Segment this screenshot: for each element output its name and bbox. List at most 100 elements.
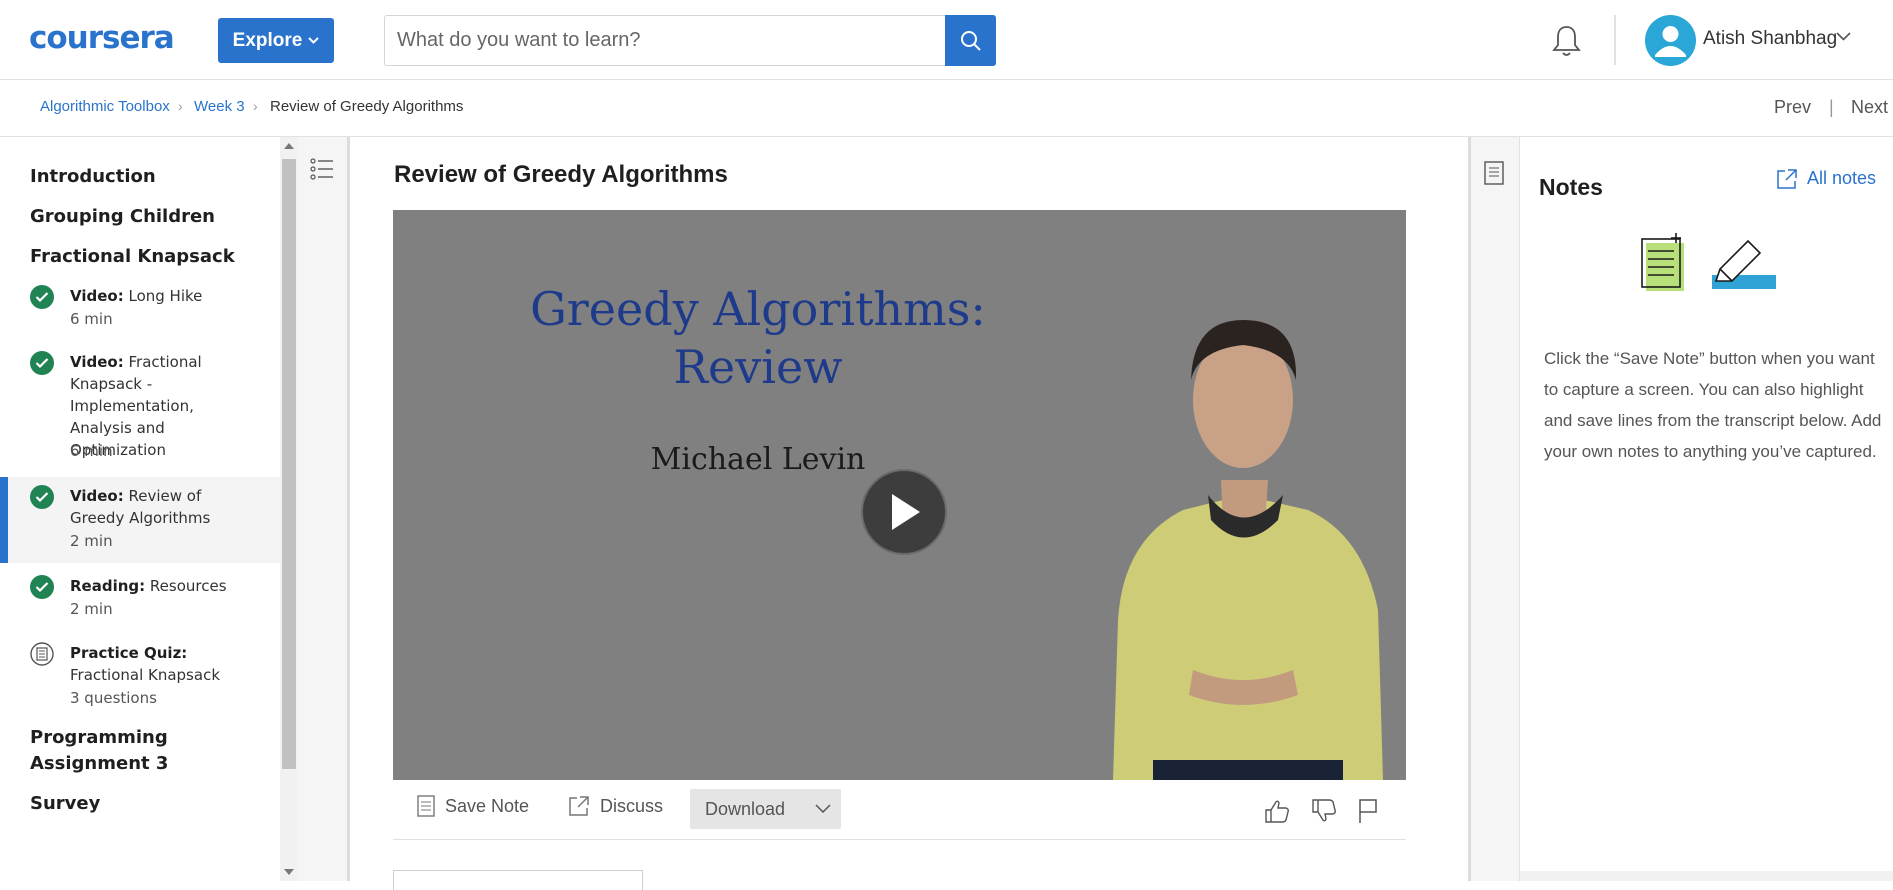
download-label: Download (705, 799, 786, 819)
outline-toggle-button[interactable] (310, 157, 334, 186)
notes-illustration (1641, 233, 1776, 291)
item-type: Video: (70, 487, 124, 505)
checkmark-icon (30, 351, 54, 375)
save-note-icon (417, 795, 435, 817)
breadcrumb-course[interactable]: Algorithmic Toolbox (40, 98, 170, 115)
user-avatar-icon (1655, 26, 1686, 57)
save-note-label: Save Note (445, 795, 530, 816)
scrollbar-thumb[interactable] (282, 159, 296, 769)
download-dropdown[interactable]: Download (690, 789, 841, 829)
sidebar-item-practice-quiz[interactable]: Practice Quiz: Fractional Knapsack 3 que… (0, 642, 280, 714)
discuss-icon (569, 796, 589, 816)
next-link[interactable]: Next (1851, 97, 1888, 118)
notes-title: Notes (1539, 174, 1603, 200)
video-player[interactable]: Greedy Algorithms: Review Michael Levin (393, 210, 1406, 780)
transcript-tab[interactable] (393, 870, 643, 890)
all-notes-label: All notes (1807, 168, 1877, 188)
scroll-up-arrow-icon[interactable] (284, 143, 294, 149)
outline-toggle-rail (298, 137, 350, 881)
breadcrumb-separator: › (253, 98, 258, 114)
scroll-down-arrow-icon[interactable] (284, 869, 294, 875)
search-box (384, 15, 996, 66)
item-type: Reading: (70, 577, 146, 595)
bell-icon (1552, 26, 1581, 56)
sidebar-section-survey[interactable]: Survey (30, 791, 100, 817)
sidebar-item-resources[interactable]: Reading: Resources 2 min (0, 575, 280, 625)
list-icon (310, 158, 333, 180)
chevron-down-icon (815, 804, 831, 813)
top-navigation-bar: coursera Explore Atish Shanbhag (0, 0, 1893, 80)
breadcrumb-week[interactable]: Week 3 (194, 98, 245, 115)
item-type: Practice Quiz: (70, 644, 188, 662)
chevron-down-icon (308, 37, 320, 44)
video-slide-title: Greedy Algorithms: Review (473, 280, 1043, 396)
notes-toggle-rail (1468, 137, 1520, 881)
quiz-icon (30, 642, 54, 666)
list-item: Reading: Resources (70, 575, 260, 597)
item-question-count: 3 questions (70, 689, 157, 707)
sidebar-item-long-hike[interactable]: Video: Long Hike 6 min (0, 285, 280, 335)
list-item: Video: Review of Greedy Algorithms (70, 485, 260, 529)
slide-title-line: Review (673, 340, 843, 394)
thumbs-up-icon[interactable] (1264, 798, 1290, 824)
thumbs-down-icon[interactable] (1311, 798, 1337, 824)
chevron-down-icon[interactable] (1836, 32, 1851, 41)
lesson-title: Review of Greedy Algorithms (394, 161, 728, 188)
discuss-button[interactable]: Discuss (568, 795, 663, 817)
explore-button[interactable]: Explore (218, 18, 334, 63)
video-slide-author: Michael Levin (650, 442, 866, 477)
course-outline-sidebar: Introduction Grouping Children Fractiona… (0, 137, 280, 881)
notes-panel: Notes All notes Click the “Save Note” bu… (1520, 137, 1893, 881)
external-link-icon (1777, 168, 1797, 189)
sidebar-section-programming-assignment[interactable]: Programming Assignment 3 (30, 725, 220, 777)
video-toolbar: Save Note Discuss Download (393, 780, 1406, 840)
sidebar-item-review-of-greedy-algorithms[interactable]: Video: Review of Greedy Algorithms 2 min (0, 477, 280, 563)
slide-title-line: Greedy Algorithms: (530, 282, 986, 336)
sidebar-section-fractional-knapsack[interactable]: Fractional Knapsack (30, 244, 235, 270)
explore-label: Explore (232, 29, 303, 51)
user-avatar[interactable] (1645, 15, 1696, 66)
play-button[interactable] (861, 469, 947, 555)
sidebar-scrollbar[interactable] (280, 137, 298, 881)
item-type: Video: (70, 353, 124, 371)
checkmark-icon (30, 485, 54, 509)
search-icon (960, 30, 981, 51)
list-item: Practice Quiz: Fractional Knapsack (70, 642, 260, 686)
notes-help-text: Click the “Save Note” button when you wa… (1544, 349, 1882, 461)
notes-horizontal-scrollbar[interactable] (1520, 871, 1893, 881)
save-note-button[interactable]: Save Note (417, 795, 529, 817)
prev-next-separator: | (1829, 97, 1834, 117)
sidebar-section-grouping-children[interactable]: Grouping Children (30, 204, 215, 230)
item-duration: 2 min (70, 532, 113, 550)
item-title: Resources (149, 577, 227, 595)
item-title: Long Hike (128, 287, 203, 305)
breadcrumb-separator: › (178, 98, 183, 114)
breadcrumb: Algorithmic Toolbox › Week 3 › Review of… (0, 80, 1893, 137)
checkmark-icon (30, 575, 54, 599)
item-duration: 6 min (70, 310, 113, 328)
item-type: Video: (70, 287, 124, 305)
checkmark-icon (30, 285, 54, 309)
presenter-figure (1113, 320, 1383, 780)
sidebar-item-fractional-knapsack-implementation[interactable]: Video: Fractional Knapsack - Implementat… (0, 351, 280, 467)
search-input[interactable] (397, 16, 947, 65)
search-button[interactable] (945, 15, 996, 66)
item-title: Fractional Knapsack (70, 666, 220, 684)
lesson-content: Review of Greedy Algorithms Greedy Algor… (353, 137, 1468, 890)
list-item: Video: Long Hike (70, 285, 260, 307)
flag-icon[interactable] (1357, 798, 1379, 824)
item-duration: 2 min (70, 600, 113, 618)
header-divider (1614, 15, 1616, 65)
notes-toggle-button[interactable] (1484, 161, 1504, 190)
notifications-button[interactable] (1550, 24, 1583, 63)
item-duration: 6 min (70, 442, 113, 460)
play-icon (892, 494, 920, 530)
all-notes-link[interactable]: All notes (1777, 168, 1876, 189)
discuss-label: Discuss (600, 795, 664, 816)
user-name[interactable]: Atish Shanbhag (1703, 28, 1837, 50)
breadcrumb-current: Review of Greedy Algorithms (270, 98, 464, 115)
notes-icon (1484, 161, 1504, 185)
sidebar-section-introduction[interactable]: Introduction (30, 164, 156, 190)
prev-link[interactable]: Prev (1774, 97, 1811, 118)
coursera-logo[interactable]: coursera (29, 20, 175, 56)
